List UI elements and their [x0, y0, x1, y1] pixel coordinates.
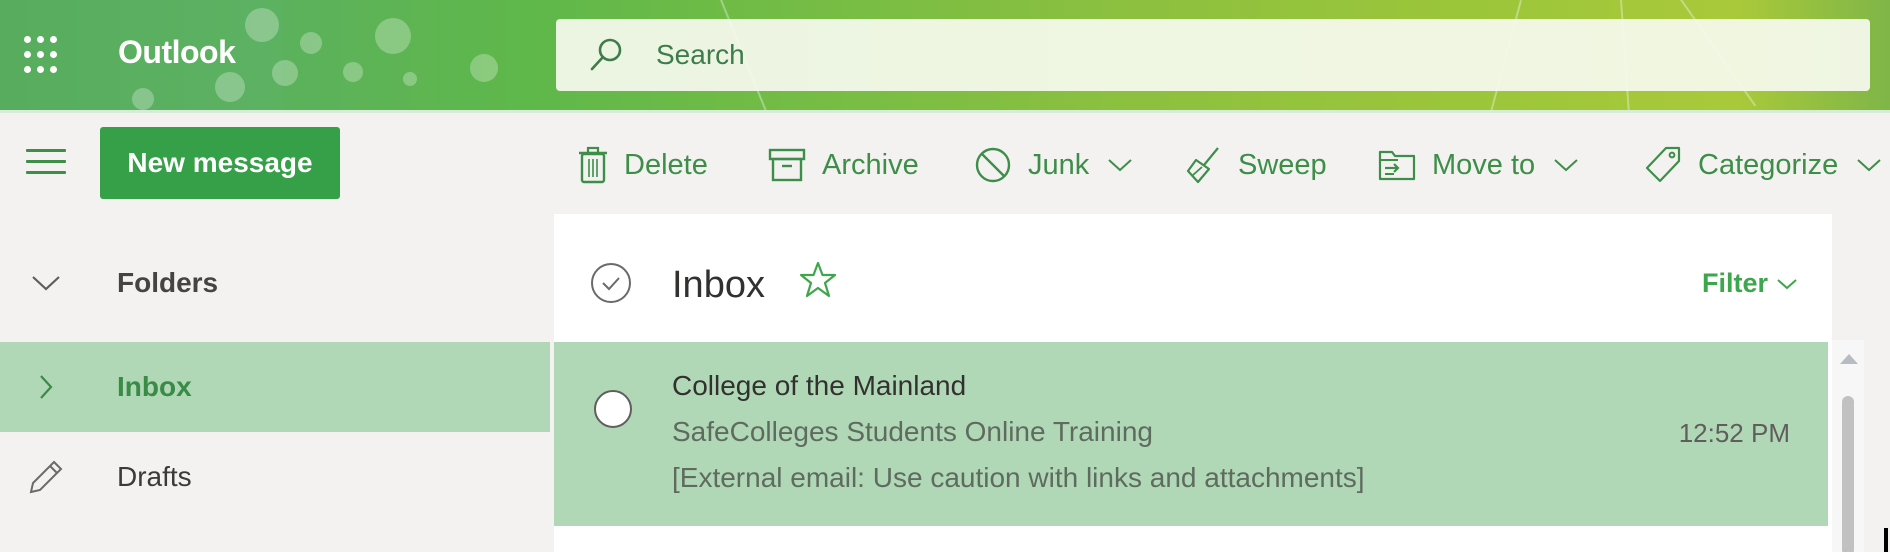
search-box[interactable] [556, 19, 1870, 91]
junk-label: Junk [1028, 148, 1090, 181]
decorative-bubble [215, 72, 245, 102]
sidebar-item-inbox[interactable]: Inbox [0, 342, 550, 432]
message-list: Inbox Filter College of the Mainland Saf… [554, 214, 1832, 552]
folders-header[interactable]: Folders [0, 238, 550, 328]
app-title[interactable]: Outlook [118, 34, 236, 71]
waffle-dot [37, 51, 44, 58]
hamburger-menu-button[interactable] [26, 149, 66, 179]
waffle-dot [24, 36, 31, 43]
archive-box-icon [768, 148, 806, 182]
favorite-star-icon[interactable] [798, 260, 838, 300]
message-list-scrollbar[interactable] [1832, 340, 1864, 552]
right-edge-strip [1864, 214, 1890, 552]
message-list-item[interactable]: College of the Mainland SafeColleges Stu… [554, 342, 1828, 526]
decorative-bubble [403, 72, 417, 86]
tag-icon [1645, 146, 1681, 183]
junk-button[interactable]: Junk [974, 137, 1133, 193]
waffle-dot [50, 66, 57, 73]
archive-label: Archive [822, 148, 919, 181]
folder-pane: Folders Inbox Drafts [0, 214, 552, 552]
filter-button[interactable]: Filter [1702, 268, 1798, 299]
message-preview: [External email: Use caution with links … [672, 462, 1365, 493]
waffle-dot [24, 51, 31, 58]
hamburger-line [26, 160, 66, 163]
message-sender: College of the Mainland [672, 370, 967, 401]
folder-move-icon [1378, 150, 1416, 181]
archive-button[interactable]: Archive [768, 137, 919, 193]
delete-button[interactable]: Delete [578, 137, 708, 193]
waffle-dot [50, 51, 57, 58]
trash-icon [579, 146, 607, 184]
search-icon [590, 38, 622, 71]
move-to-label: Move to [1432, 148, 1536, 181]
scrollbar-thumb[interactable] [1842, 396, 1854, 552]
scroll-up-arrow-icon[interactable] [1840, 354, 1858, 364]
list-title: Inbox [672, 264, 765, 306]
top-header: Outlook [0, 0, 1890, 110]
message-subject: SafeColleges Students Online Training [672, 416, 1153, 447]
categorize-label: Categorize [1698, 148, 1839, 181]
decorative-bubble [300, 32, 322, 54]
command-bar: New message Delete Archive Junk Sweep Mo… [0, 110, 1890, 214]
waffle-dot [37, 66, 44, 73]
message-time: 12:52 PM [1678, 418, 1790, 448]
categorize-button[interactable]: Categorize [1644, 137, 1882, 193]
app-launcher-button[interactable] [24, 36, 64, 76]
message-list-header: Inbox Filter [554, 214, 1832, 340]
sweep-button[interactable]: Sweep [1184, 137, 1327, 193]
delete-label: Delete [624, 148, 708, 181]
move-to-button[interactable]: Move to [1378, 137, 1579, 193]
waffle-dot [24, 66, 31, 73]
chevron-down-icon [1554, 159, 1578, 172]
decorative-bubble [272, 60, 298, 86]
decorative-bubble [132, 88, 154, 110]
chevron-right-icon [26, 367, 66, 407]
hamburger-line [26, 149, 66, 152]
broom-icon [1186, 147, 1219, 184]
decorative-bubble [343, 62, 363, 82]
chevron-down-icon [26, 263, 66, 303]
chevron-down-icon [1108, 159, 1132, 172]
message-select-radio[interactable] [594, 390, 632, 428]
new-message-button[interactable]: New message [100, 127, 340, 199]
hamburger-line [26, 171, 66, 174]
search-input[interactable] [656, 35, 1836, 75]
folders-label: Folders [117, 267, 219, 298]
sidebar-item-label: Inbox [117, 371, 192, 402]
sweep-label: Sweep [1238, 148, 1327, 181]
block-icon [975, 147, 1011, 183]
select-all-checkmark-icon[interactable] [590, 262, 632, 304]
text-cursor-mark [1884, 528, 1888, 552]
chevron-down-icon [1777, 278, 1797, 289]
pencil-icon [26, 457, 66, 497]
waffle-dot [37, 36, 44, 43]
filter-label: Filter [1701, 268, 1768, 298]
decorative-bubble [375, 18, 411, 54]
decorative-bubble [245, 8, 279, 42]
waffle-dot [50, 36, 57, 43]
sidebar-item-drafts[interactable]: Drafts [0, 432, 550, 522]
sidebar-item-label: Drafts [117, 461, 192, 492]
chevron-down-icon [1857, 159, 1881, 172]
decorative-bubble [470, 54, 498, 82]
